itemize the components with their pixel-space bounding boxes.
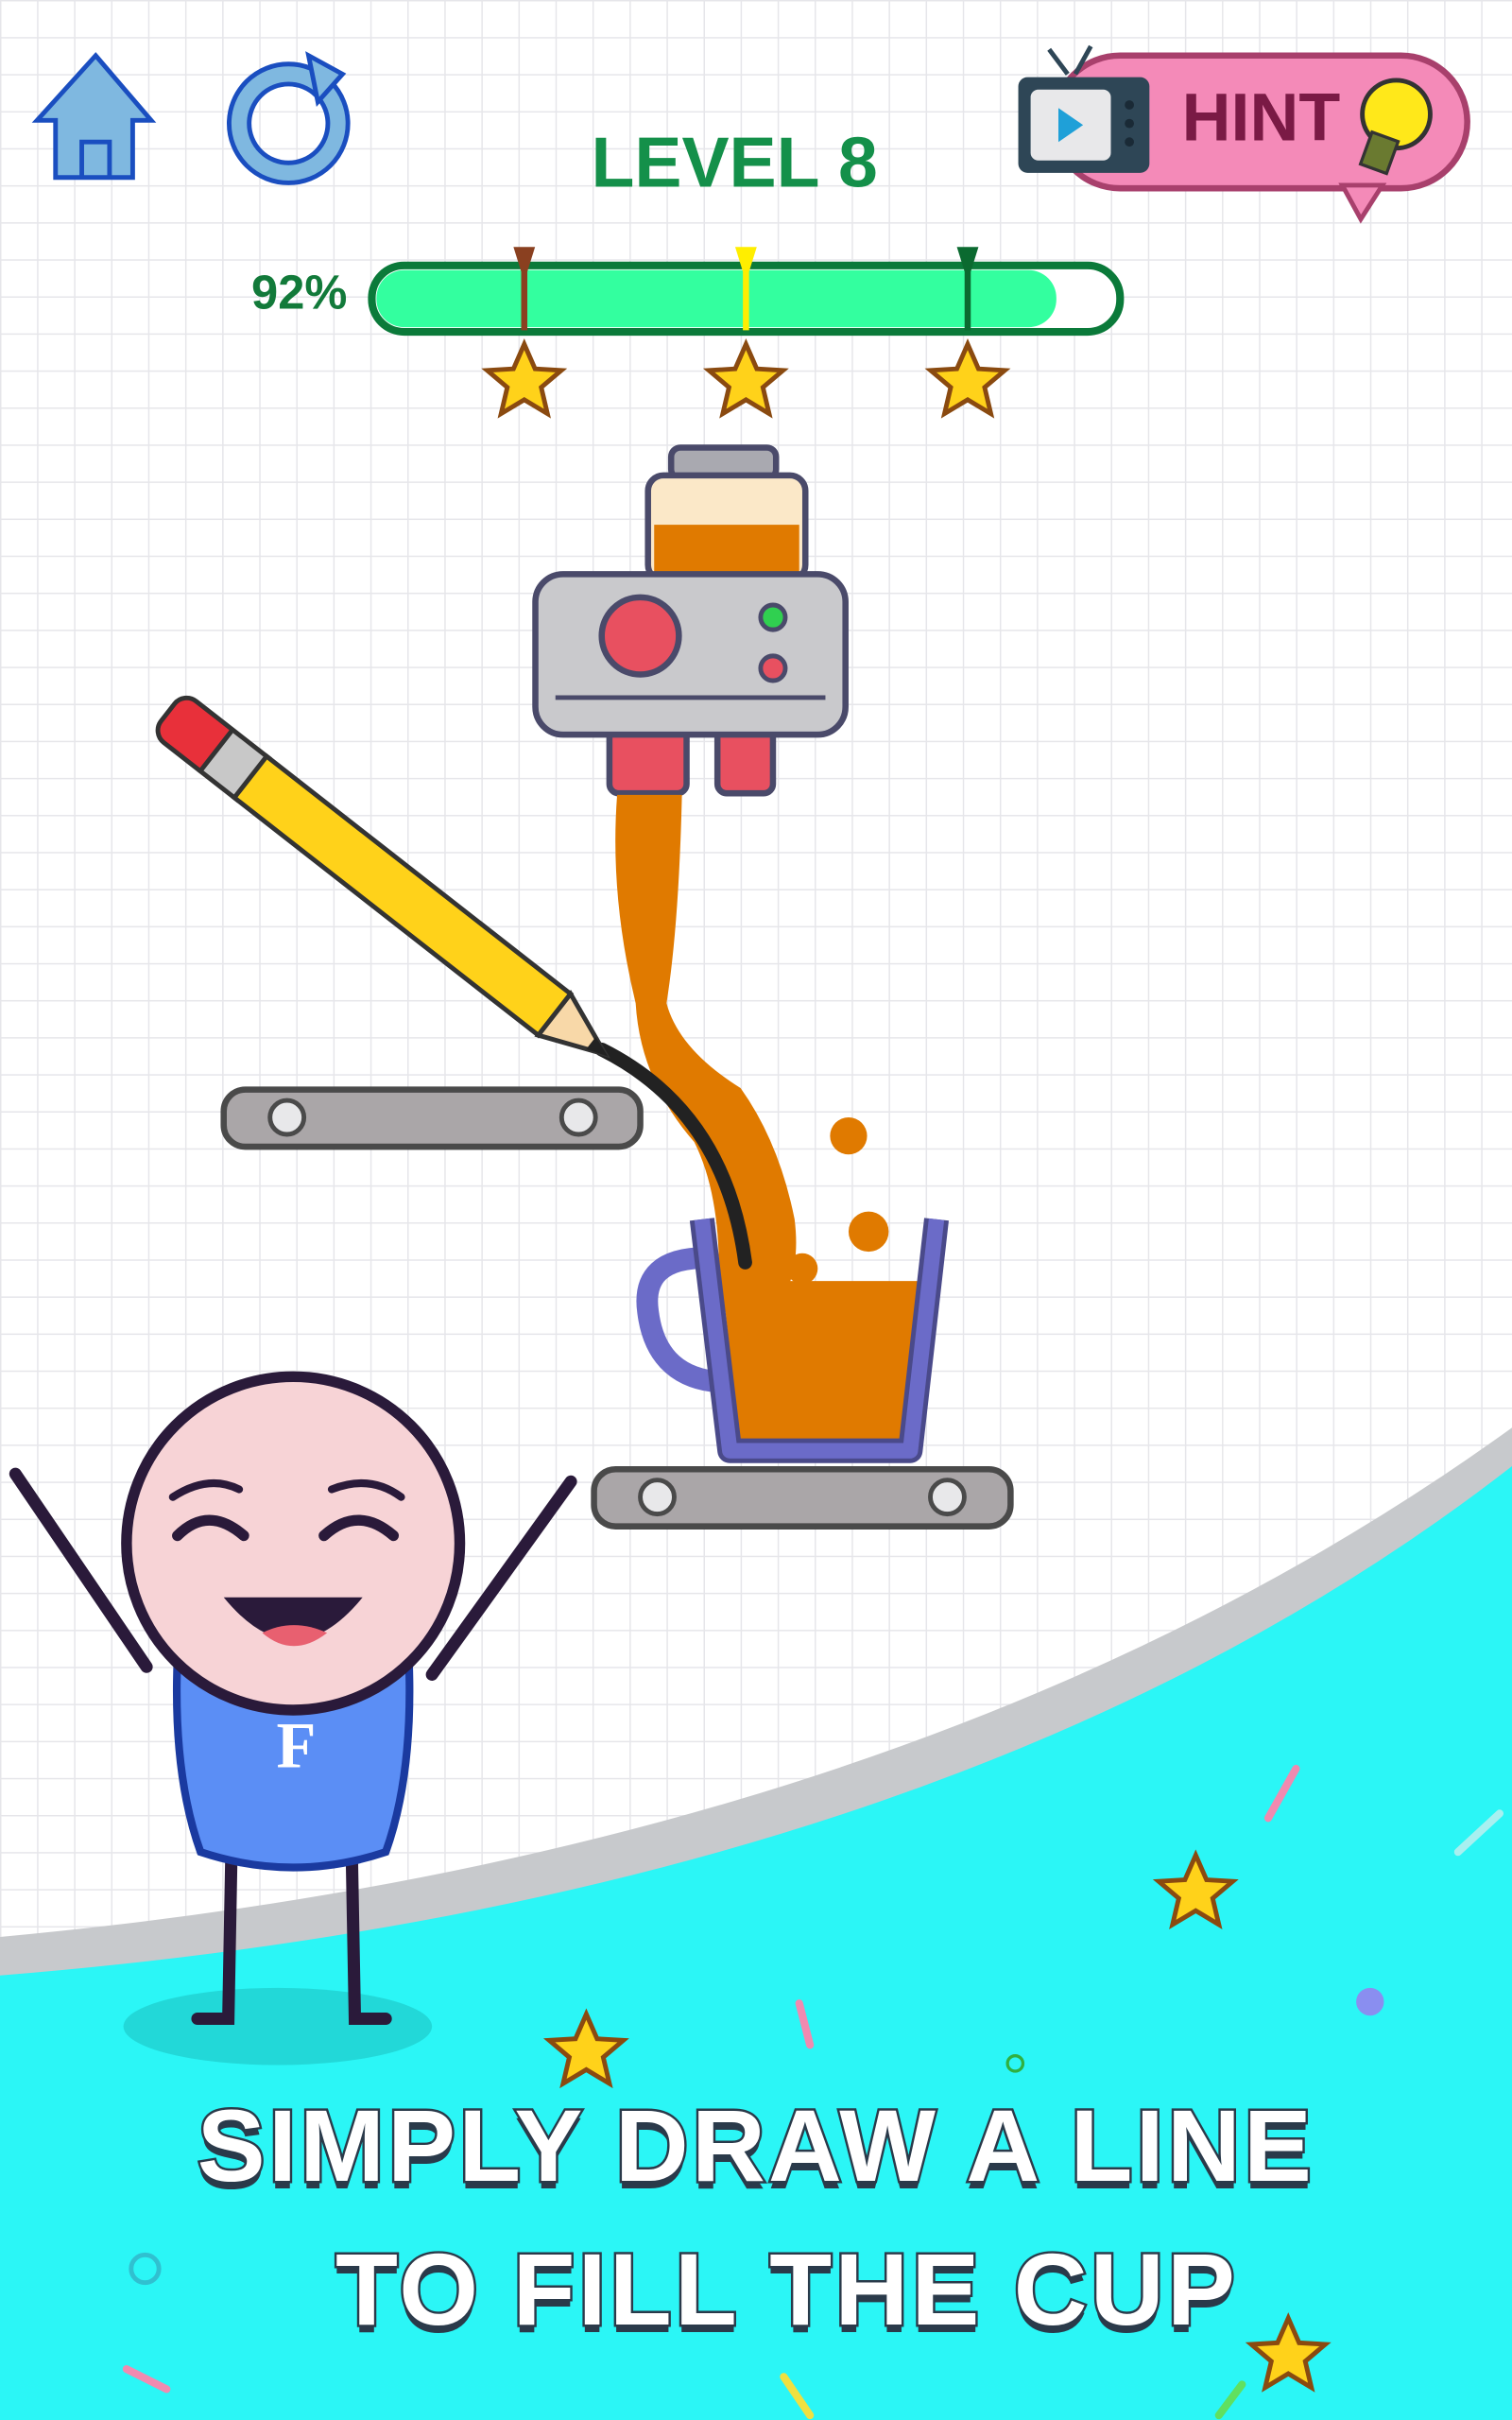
- home-button[interactable]: [31, 52, 157, 181]
- progress-star-icon: [702, 337, 789, 419]
- pencil-icon: [155, 695, 610, 1059]
- shirt-letter: F: [277, 1709, 317, 1781]
- game-stage[interactable]: F LEVEL 8 HINT 92% SIMPLY DRAW A LINE TO…: [0, 0, 1512, 2420]
- level-title: LEVEL 8: [591, 121, 878, 202]
- hint-label[interactable]: HINT: [1182, 80, 1341, 158]
- tagline-line-1: SIMPLY DRAW A LINE: [195, 2086, 1315, 2205]
- progress-star-icon: [924, 337, 1011, 419]
- game-scene[interactable]: F: [0, 0, 1512, 2420]
- tagline-line-2: TO FILL THE CUP: [334, 2229, 1239, 2348]
- progress-star-icon: [481, 337, 568, 419]
- progress-percent: 92%: [251, 265, 348, 320]
- platform-upper: [220, 1086, 644, 1150]
- home-icon: [31, 52, 157, 181]
- progress-bar: [368, 247, 1125, 337]
- juice-machine: [532, 444, 849, 797]
- progress-fill: [376, 269, 1057, 328]
- restart-button[interactable]: [226, 51, 351, 185]
- platform-lower: [591, 1466, 1014, 1530]
